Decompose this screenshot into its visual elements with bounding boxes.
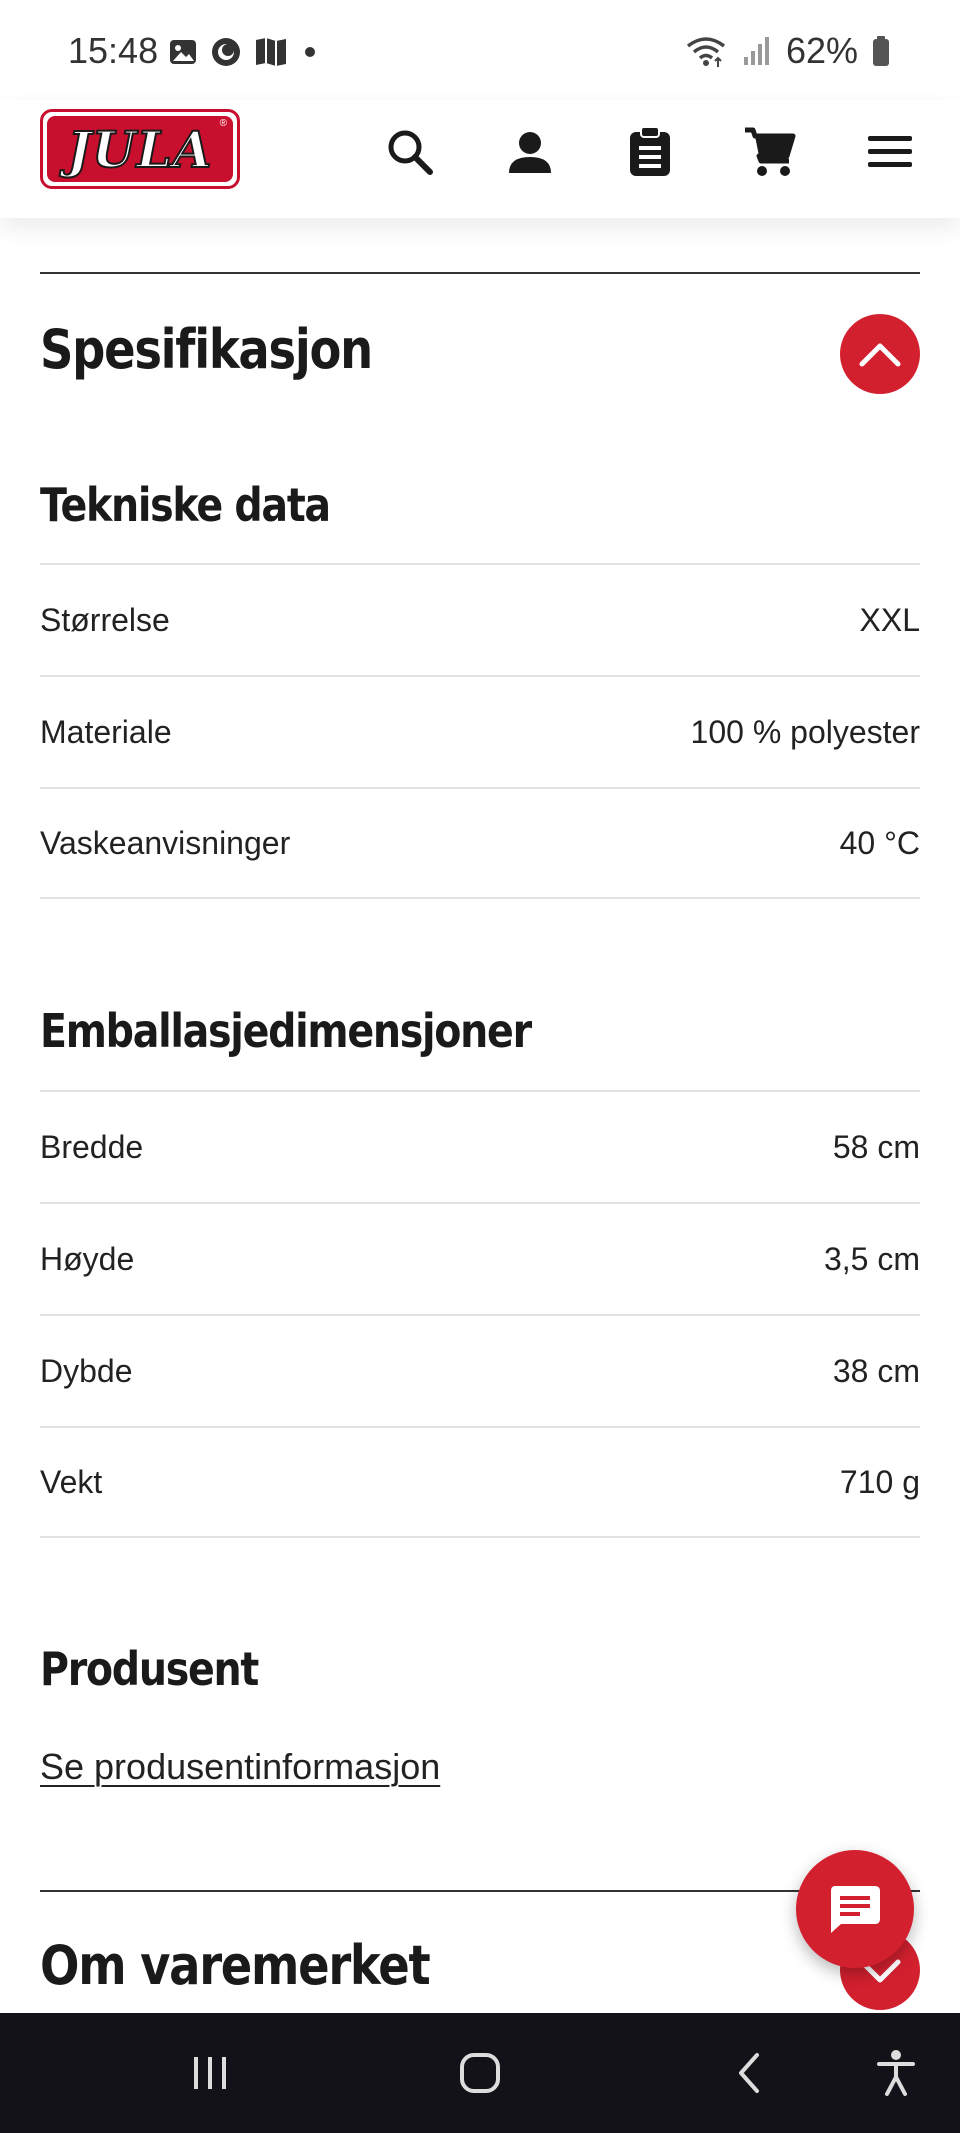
battery-percent: 62% xyxy=(785,30,858,71)
status-bar: 15:48 62% xyxy=(0,0,960,100)
recent-apps-button[interactable] xyxy=(180,2043,240,2103)
system-navigation-bar xyxy=(0,2013,960,2133)
back-button[interactable] xyxy=(720,2043,780,2103)
row-value: 40 °C xyxy=(839,824,920,861)
section-divider xyxy=(40,1890,920,1892)
brand-section-title: Om varemerket xyxy=(40,1934,431,1997)
accessibility-button[interactable] xyxy=(866,2043,926,2103)
home-icon xyxy=(460,2053,500,2093)
signal-icon xyxy=(743,37,769,65)
packaging-dimensions-title: Emballasjedimensjoner xyxy=(40,1004,532,1058)
chevron-up-icon xyxy=(859,343,901,367)
row-value: 100 % polyester xyxy=(690,713,920,750)
table-row: Bredde 58 cm xyxy=(40,1090,920,1202)
technical-data-title: Tekniske data xyxy=(40,478,331,532)
row-label: Vaskeanvisninger xyxy=(40,824,291,861)
cart-button[interactable] xyxy=(740,122,800,182)
row-value: 58 cm xyxy=(832,1128,920,1165)
table-row: Høyde 3,5 cm xyxy=(40,1202,920,1314)
circle-app-icon xyxy=(212,38,240,66)
row-label: Bredde xyxy=(40,1128,144,1165)
row-label: Materiale xyxy=(40,713,172,750)
search-button[interactable] xyxy=(380,122,440,182)
clipboard-icon xyxy=(630,126,670,176)
packaging-dimensions-table: Bredde 58 cm Høyde 3,5 cm Dybde 38 cm Ve… xyxy=(40,1090,920,1538)
menu-button[interactable] xyxy=(860,122,920,182)
chat-button[interactable] xyxy=(796,1850,914,1968)
row-value: XXL xyxy=(859,601,920,638)
table-row: Størrelse XXL xyxy=(40,563,920,675)
row-label: Høyde xyxy=(40,1240,135,1277)
jula-logo[interactable]: JULA ® xyxy=(40,109,240,189)
battery-icon xyxy=(873,36,889,66)
wifi-icon xyxy=(686,37,726,67)
chat-icon xyxy=(831,1886,880,1933)
status-notification-icons xyxy=(168,36,320,68)
row-value: 38 cm xyxy=(832,1352,920,1389)
row-value: 3,5 cm xyxy=(823,1240,920,1277)
status-system-icons: 62% xyxy=(684,30,890,72)
search-icon xyxy=(388,130,433,175)
table-row: Materiale 100 % polyester xyxy=(40,675,920,787)
back-icon xyxy=(739,2053,759,2093)
account-button[interactable] xyxy=(500,122,560,182)
specification-title: Spesifikasjon xyxy=(40,318,373,381)
row-label: Vekt xyxy=(40,1463,103,1500)
table-row: Vaskeanvisninger 40 °C xyxy=(40,787,920,899)
collapse-specification-button[interactable] xyxy=(840,314,920,394)
logo-registered-mark: ® xyxy=(219,118,227,129)
home-button[interactable] xyxy=(450,2043,510,2103)
logo-text: JULA xyxy=(66,119,213,180)
table-row: Vekt 710 g xyxy=(40,1426,920,1538)
manufacturer-title: Produsent xyxy=(40,1642,259,1696)
site-header: JULA ® xyxy=(0,100,960,218)
row-value: 710 g xyxy=(839,1463,920,1500)
cart-icon xyxy=(745,127,796,176)
section-divider xyxy=(40,272,920,274)
technical-data-table: Størrelse XXL Materiale 100 % polyester … xyxy=(40,563,920,899)
account-icon xyxy=(509,132,551,173)
row-label: Størrelse xyxy=(40,601,170,638)
recent-apps-icon xyxy=(194,2057,226,2089)
gallery-icon xyxy=(170,40,196,64)
shopping-list-button[interactable] xyxy=(620,122,680,182)
dot-icon xyxy=(305,47,315,57)
table-row: Dybde 38 cm xyxy=(40,1314,920,1426)
map-icon xyxy=(256,38,286,66)
manufacturer-info-link[interactable]: Se produsentinformasjon xyxy=(40,1746,440,1788)
accessibility-icon xyxy=(877,2050,915,2096)
row-label: Dybde xyxy=(40,1352,133,1389)
menu-icon xyxy=(868,136,912,167)
status-time: 15:48 xyxy=(68,30,159,71)
